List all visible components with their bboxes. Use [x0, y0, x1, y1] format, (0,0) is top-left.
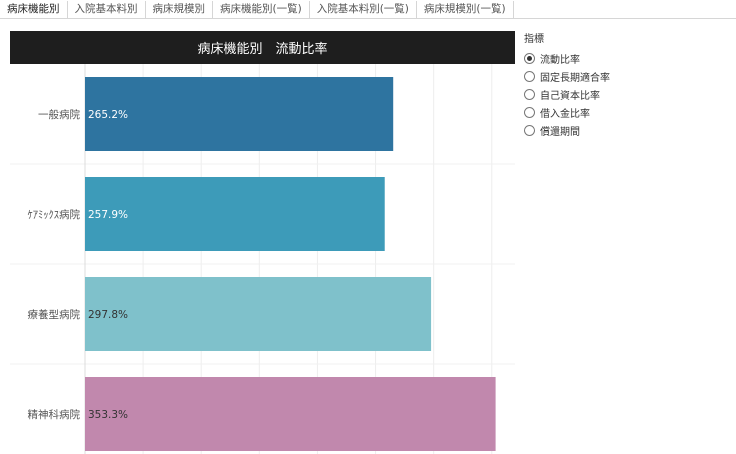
category-tick-label: ｹｱﾐｯｸｽ病院: [28, 208, 81, 221]
indicator-selector-title: 指標: [524, 34, 544, 45]
radio-icon[interactable]: [524, 88, 535, 100]
indicator-option-equity-ratio[interactable]: 自己資本比率: [524, 85, 610, 103]
tab-admission-fee-list[interactable]: 入院基本料別(一覧): [310, 1, 417, 18]
bar-data-label: 297.8%: [88, 309, 128, 321]
radio-icon[interactable]: [524, 70, 535, 82]
radio-icon[interactable]: [524, 106, 535, 118]
chart-plot: 一般病院 265.2% ｹｱﾐｯｸｽ病院 257.9% 療養型病院 297.8% 精神科病院…: [10, 64, 515, 454]
bar[interactable]: [85, 77, 394, 151]
bar[interactable]: [85, 277, 432, 351]
category-tick-label: 療養型病院: [28, 308, 81, 321]
category-tick-label: 精神科病院: [28, 408, 81, 421]
bar-data-label: 257.9%: [88, 209, 128, 221]
tab-bed-scale-list[interactable]: 病床規模別(一覧): [417, 1, 514, 18]
chart-header: 病床機能別 流動比率: [10, 31, 515, 64]
indicator-option-repayment-period[interactable]: 償還期間: [524, 121, 610, 139]
indicator-option-current-ratio[interactable]: 流動比率: [524, 49, 610, 67]
chart-title: 病床機能別 流動比率: [197, 42, 328, 57]
bar[interactable]: [85, 377, 496, 451]
tab-admission-fee[interactable]: 入院基本料別: [68, 1, 146, 18]
indicator-option-label: 借入金比率: [540, 108, 590, 120]
bar-data-label: 353.3%: [88, 409, 128, 421]
indicator-option-label: 償還期間: [540, 126, 580, 138]
category-tick-label: 一般病院: [38, 108, 80, 121]
indicator-option-debt-ratio[interactable]: 借入金比率: [524, 103, 610, 121]
indicator-option-label: 固定長期適合率: [540, 72, 610, 84]
indicator-option-label: 流動比率: [540, 54, 580, 66]
radio-icon[interactable]: [524, 124, 535, 136]
indicator-option-label: 自己資本比率: [540, 90, 600, 102]
tab-bed-scale[interactable]: 病床規模別: [146, 1, 213, 18]
tab-bar: 病床機能別 入院基本料別 病床規模別 病床機能別(一覧) 入院基本料別(一覧) …: [0, 0, 736, 19]
bar[interactable]: [85, 177, 385, 251]
tab-bed-function-list[interactable]: 病床機能別(一覧): [213, 1, 310, 18]
indicator-option-fixed-long-term-ratio[interactable]: 固定長期適合率: [524, 67, 610, 85]
radio-selected-icon[interactable]: [524, 52, 535, 64]
tab-bed-function[interactable]: 病床機能別: [0, 1, 68, 18]
bar-data-label: 265.2%: [88, 109, 128, 121]
bar-chart: 一般病院 265.2% ｹｱﾐｯｸｽ病院 257.9% 療養型病院 297.8% 精神科病院…: [10, 31, 515, 454]
indicator-selector: 指標 流動比率 固定長期適合率 自己資本比率 借入金比率 償還期間: [524, 32, 610, 139]
